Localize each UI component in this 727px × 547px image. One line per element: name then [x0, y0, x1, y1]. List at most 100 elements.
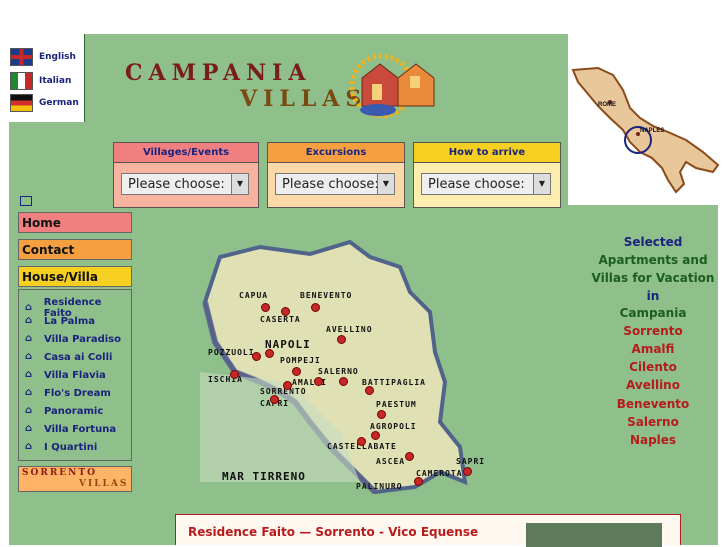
villa-item-label: Villa Paradiso — [44, 333, 121, 345]
tagline-line4: in — [646, 289, 660, 303]
chevron-down-icon: ▼ — [377, 174, 394, 194]
lang-german-label: German — [39, 98, 79, 108]
logo-house-icon — [349, 53, 435, 118]
map-label-camerota: CAMEROTA — [416, 469, 463, 478]
content-title[interactable]: Residence Faito — Sorrento - Vico Equens… — [188, 525, 478, 539]
excursions-heading: Excursions — [268, 143, 404, 163]
villages-events-heading: Villages/Events — [114, 143, 258, 163]
map-dot-camerota — [414, 477, 423, 486]
chevron-down-icon: ▼ — [533, 174, 550, 194]
uk-flag-icon — [10, 48, 33, 66]
map-dot-capua — [261, 303, 270, 312]
villages-events-value: Please choose: — [128, 177, 225, 192]
villa-item-label: Flo's Dream — [44, 387, 111, 399]
map-dot-sapri — [463, 467, 472, 476]
map-label-benevento: BENEVENTO — [300, 291, 353, 300]
map-dot-caserta — [281, 307, 290, 316]
tagline-line3: Villas for Vacation — [591, 271, 715, 285]
place-amalfi[interactable]: Amalfi — [578, 342, 727, 356]
villa-item-villa-paradiso[interactable]: ⌂ Villa Paradiso — [25, 333, 121, 345]
content-card: Residence Faito — Sorrento - Vico Equens… — [175, 514, 681, 547]
place-salerno[interactable]: Salerno — [578, 415, 727, 429]
nav-house-villa[interactable]: House/Villa — [18, 266, 132, 287]
villa-item-casa-ai-colli[interactable]: ⌂ Casa ai Colli — [25, 351, 112, 363]
sorrento-villas-link[interactable]: SORRENTO VILLAS — [18, 466, 132, 492]
villa-item-villa-flavia[interactable]: ⌂ Villa Flavia — [25, 369, 106, 381]
villa-item-panoramic[interactable]: ⌂ Panoramic — [25, 405, 103, 417]
how-to-arrive-panel: How to arrive Please choose: ▼ — [413, 142, 561, 208]
language-switcher: English Italian German — [0, 34, 85, 122]
villages-events-select[interactable]: Please choose: ▼ — [121, 173, 249, 195]
house-icon: ⌂ — [25, 387, 33, 398]
house-icon: ⌂ — [25, 351, 33, 362]
place-cilento[interactable]: Cilento — [578, 360, 727, 374]
map-dot-castellabate — [357, 437, 366, 446]
map-dot-pompeji — [292, 367, 301, 376]
villa-item-i-quartini[interactable]: ⌂ I Quartini — [25, 441, 97, 453]
place-naples[interactable]: Naples — [578, 433, 727, 447]
tagline-line2: Apartments and — [598, 253, 708, 267]
map-label-sapri: SAPRI — [456, 457, 486, 466]
excursions-select[interactable]: Please choose: ▼ — [275, 173, 395, 195]
map-dot-sorrento — [283, 381, 292, 390]
house-icon: ⌂ — [25, 302, 33, 313]
lang-italian-label: Italian — [39, 76, 72, 86]
map-dot-paestum — [377, 410, 386, 419]
villa-item-villa-fortuna[interactable]: ⌂ Villa Fortuna — [25, 423, 116, 435]
map-dot-avellino — [337, 335, 346, 344]
tagline-line5: Campania — [619, 306, 687, 320]
italy-flag-icon — [10, 72, 33, 90]
map-dot-agropoli — [371, 431, 380, 440]
logo-campania: CAMPANIA — [125, 60, 312, 86]
excursions-value: Please choose: — [282, 177, 379, 192]
house-icon: ⌂ — [25, 369, 33, 380]
how-to-arrive-value: Please choose: — [428, 177, 525, 192]
map-label-capua: CAPUA — [239, 291, 269, 300]
map-dot-capri — [270, 395, 279, 404]
house-icon: ⌂ — [25, 441, 33, 452]
map-dot-ascea — [405, 452, 414, 461]
villa-item-la-palma[interactable]: ⌂ La Palma — [25, 315, 95, 327]
villa-item-label: La Palma — [44, 315, 96, 327]
naples-label: NAPLES — [640, 128, 664, 134]
house-icon: ⌂ — [25, 405, 33, 416]
map-dot-amalfi — [314, 377, 323, 386]
map-label-salerno: SALERNO — [318, 367, 359, 376]
place-benevento[interactable]: Benevento — [578, 397, 727, 411]
nav-contact[interactable]: Contact — [18, 239, 132, 260]
map-dot-benevento — [311, 303, 320, 312]
germany-flag-icon — [10, 94, 33, 112]
how-to-arrive-heading: How to arrive — [414, 143, 560, 163]
lang-english[interactable]: English — [10, 48, 76, 66]
nav-home[interactable]: Home — [18, 212, 132, 233]
villages-events-panel: Villages/Events Please choose: ▼ — [113, 142, 259, 208]
excursions-panel: Excursions Please choose: ▼ — [267, 142, 405, 208]
villa-item-label: Casa ai Colli — [44, 351, 113, 363]
map-label-paestum: PAESTUM — [376, 400, 417, 409]
villa-item-label: I Quartini — [44, 441, 98, 453]
italy-map: ROME NAPLES — [571, 66, 720, 194]
villa-item-flos-dream[interactable]: ⌂ Flo's Dream — [25, 387, 111, 399]
villa-item-label: Villa Fortuna — [44, 423, 117, 435]
map-dot-battipaglia — [365, 386, 374, 395]
map-dot-napoli — [265, 349, 274, 358]
map-label-pozzuoli: POZZUOLI — [208, 348, 255, 357]
map-label-agropoli: AGROPOLI — [370, 422, 417, 431]
print-icon[interactable] — [20, 196, 32, 206]
house-icon: ⌂ — [25, 423, 33, 434]
tagline-line1: Selected — [623, 235, 683, 249]
how-to-arrive-select[interactable]: Please choose: ▼ — [421, 173, 551, 195]
lang-italian[interactable]: Italian — [10, 72, 71, 90]
chevron-down-icon: ▼ — [231, 174, 248, 194]
map-dot-ischia — [230, 370, 239, 379]
place-avellino[interactable]: Avellino — [578, 378, 727, 392]
sorrento-logo-line1: SORRENTO — [22, 468, 97, 478]
map-label-avellino: AVELLINO — [326, 325, 373, 334]
house-icon: ⌂ — [25, 315, 33, 326]
villa-item-label: Panoramic — [44, 405, 104, 417]
house-icon: ⌂ — [25, 333, 33, 344]
lang-english-label: English — [39, 52, 76, 62]
lang-german[interactable]: German — [10, 94, 79, 112]
villa-item-label: Villa Flavia — [44, 369, 106, 381]
place-sorrento[interactable]: Sorrento — [578, 324, 727, 338]
